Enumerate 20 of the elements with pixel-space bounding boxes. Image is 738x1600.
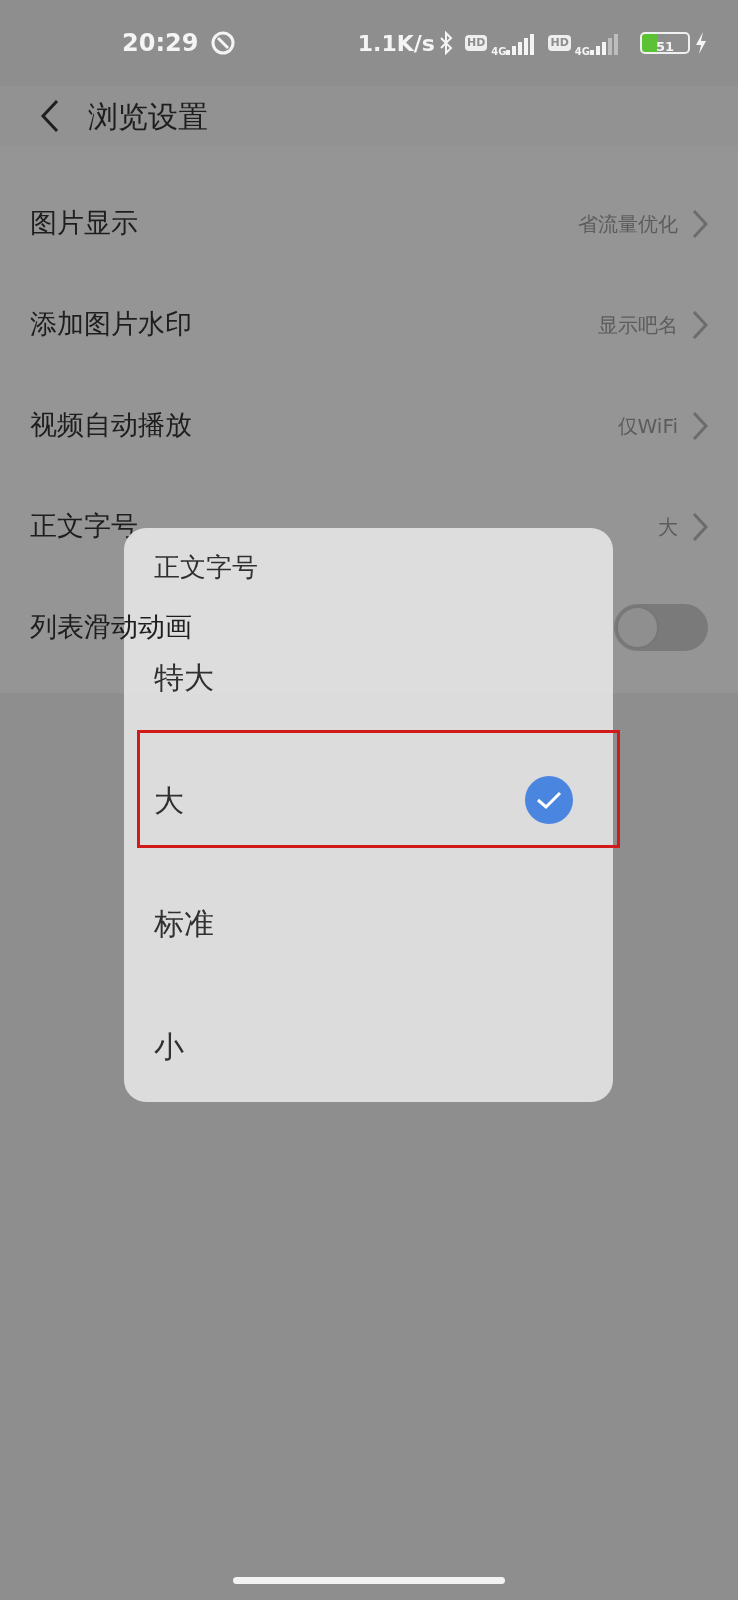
setting-value: 仅WiFi: [617, 412, 678, 440]
option-label: 标准: [154, 904, 214, 943]
setting-label: 图片显示: [30, 206, 138, 241]
network-type: 4G: [491, 47, 507, 57]
setting-label: 正文字号: [30, 509, 138, 544]
setting-value: 大: [658, 513, 678, 541]
setting-value: 显示吧名: [598, 311, 678, 339]
network-speed: 1.1K/s: [357, 29, 435, 58]
page-title: 浏览设置: [88, 97, 208, 136]
option-label: 大: [154, 781, 184, 820]
option-label: 特大: [154, 658, 214, 697]
hd-badge: HD: [548, 35, 571, 51]
setting-label: 添加图片水印: [30, 307, 192, 342]
setting-label: 列表滑动动画: [30, 610, 192, 645]
network-type: 4G: [574, 47, 590, 57]
setting-label: 视频自动播放: [30, 408, 192, 443]
option-label: 小: [154, 1027, 184, 1066]
setting-value: 省流量优化: [578, 210, 678, 238]
clock-time: 20:29: [122, 28, 199, 59]
hd-badge: HD: [464, 35, 488, 51]
